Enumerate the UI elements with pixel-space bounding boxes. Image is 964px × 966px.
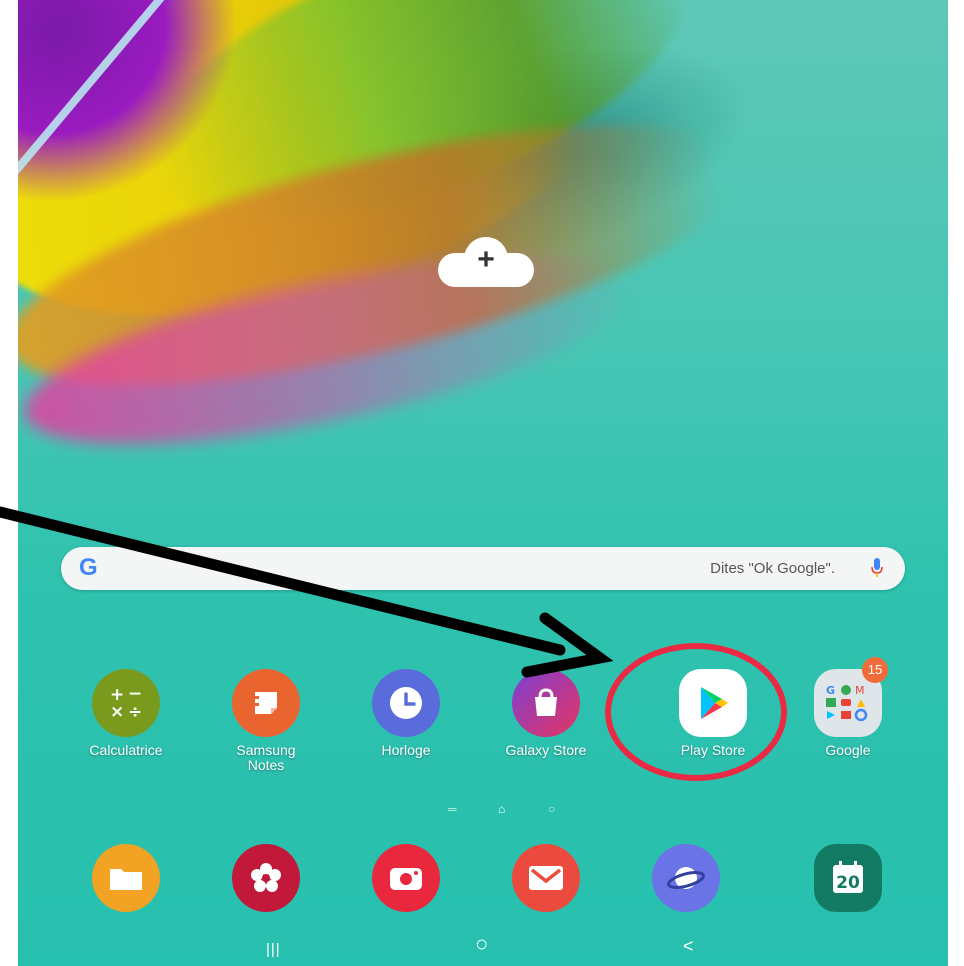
dock-camera[interactable] [346,844,466,912]
pages-list-icon: ═ [448,802,457,816]
back-button[interactable]: < [683,936,694,956]
home-screen: + G Dites "Ok Google". + − × ÷ Calculatric… [18,0,948,966]
planet-icon [652,844,720,912]
app-label: Play Store [680,742,746,758]
app-label: Galaxy Store [505,742,587,758]
dock-gallery[interactable] [206,844,326,912]
dock-calendar[interactable]: 20 [788,844,908,912]
home-page-icon: ⌂ [498,802,506,816]
svg-text:÷: ÷ [128,702,142,722]
app-label: Calculatrice [89,742,163,758]
svg-text:G: G [826,684,835,697]
page-indicator: ═ ⌂ ○ [440,800,570,816]
notes-icon [232,669,300,737]
recents-button[interactable]: ||| [266,940,281,960]
wallpaper-shape [18,0,172,207]
notification-badge: 15 [862,657,888,683]
play-store-icon [679,669,747,737]
app-label: Horloge [381,742,431,758]
app-horloge[interactable]: Horloge [346,669,466,758]
app-samsung-notes[interactable]: Samsung Notes [206,669,326,773]
app-label: Samsung Notes [236,742,296,773]
google-folder-icon: G M 15 [814,657,888,737]
app-play-store[interactable]: Play Store [653,669,773,758]
page-dot-icon: ○ [548,802,556,816]
wallpaper-shape [18,70,770,440]
folder-icon [92,844,160,912]
add-page-button[interactable]: + [438,237,534,287]
google-search-bar[interactable]: G Dites "Ok Google". [61,547,905,590]
mail-icon [512,844,580,912]
calendar-icon: 20 [814,844,882,912]
google-logo-icon: G [79,554,98,581]
dock-email[interactable] [486,844,606,912]
search-hint: Dites "Ok Google". [710,560,835,577]
wallpaper-shape [18,217,646,483]
app-label: Google [825,742,871,758]
svg-text:−: − [128,684,142,704]
wallpaper-shape [18,0,293,261]
flower-icon [232,844,300,912]
dock-internet[interactable] [626,844,746,912]
mic-icon[interactable] [871,558,883,578]
navigation-bar: ||| ○ < [18,930,948,966]
calculator-icon: + − × ÷ [92,669,160,737]
svg-text:×: × [110,702,124,722]
app-calculatrice[interactable]: + − × ÷ Calculatrice [66,669,186,758]
app-galaxy-store[interactable]: Galaxy Store [486,669,606,758]
plus-icon: + [477,243,495,276]
home-button[interactable]: ○ [475,933,488,955]
shopping-bag-icon [512,669,580,737]
clock-icon [372,669,440,737]
svg-text:M: M [855,684,865,697]
dock-my-files[interactable] [66,844,186,912]
calendar-date: 20 [836,873,860,893]
app-google-folder[interactable]: G M 15 Google [788,657,908,758]
wallpaper-shape [18,0,692,391]
camera-icon [372,844,440,912]
wallpaper-shape [115,0,721,279]
